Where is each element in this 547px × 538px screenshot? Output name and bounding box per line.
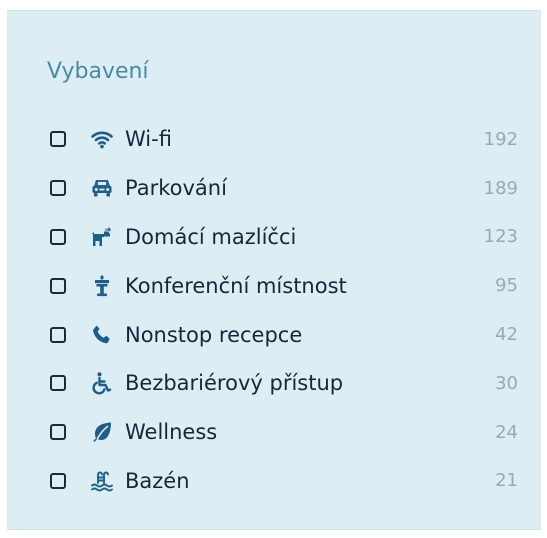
amenity-count: 21 xyxy=(495,470,518,492)
amenity-item-wifi[interactable]: Wi-fi 192 xyxy=(50,115,520,164)
amenity-label: Parkování xyxy=(125,176,227,201)
amenity-label: Nonstop recepce xyxy=(125,322,303,347)
amenity-label: Bazén xyxy=(125,468,190,493)
phone-icon xyxy=(89,322,115,348)
amenity-item-accessibility[interactable]: Bezbariérový přístup 30 xyxy=(50,359,520,408)
pool-icon xyxy=(89,468,115,494)
amenity-label: Domácí mazlíčci xyxy=(125,224,297,249)
wifi-icon xyxy=(89,126,115,152)
amenity-item-pets[interactable]: Domácí mazlíčci 123 xyxy=(50,213,520,262)
amenity-item-parking[interactable]: Parkování 189 xyxy=(50,164,520,213)
dog-icon xyxy=(89,224,115,250)
amenity-count: 24 xyxy=(495,421,518,443)
checkbox[interactable] xyxy=(50,326,66,343)
checkbox[interactable] xyxy=(50,472,66,489)
podium-icon xyxy=(89,273,115,299)
checkbox[interactable] xyxy=(50,424,66,441)
amenity-item-reception[interactable]: Nonstop recepce 42 xyxy=(50,310,520,359)
amenity-item-pool[interactable]: Bazén 21 xyxy=(50,457,520,506)
checkbox[interactable] xyxy=(50,180,66,197)
amenity-count: 192 xyxy=(483,128,518,150)
amenity-label: Bezbariérový přístup xyxy=(125,371,344,396)
amenity-count: 42 xyxy=(495,324,518,346)
checkbox[interactable] xyxy=(50,131,66,148)
amenities-filter-panel: Vybavení Wi-fi 192 Parkování 189 Domácí … xyxy=(7,10,541,530)
checkbox[interactable] xyxy=(50,228,66,245)
amenity-count: 30 xyxy=(495,372,518,394)
checkbox[interactable] xyxy=(50,277,66,294)
amenity-label: Wellness xyxy=(125,420,218,445)
amenity-count: 95 xyxy=(495,275,518,297)
wheelchair-icon xyxy=(89,370,115,396)
car-icon xyxy=(89,175,115,201)
amenity-count: 123 xyxy=(483,226,518,248)
amenities-list: Wi-fi 192 Parkování 189 Domácí mazlíčci … xyxy=(50,115,520,505)
amenity-item-wellness[interactable]: Wellness 24 xyxy=(50,408,520,457)
leaf-icon xyxy=(89,419,115,445)
amenity-label: Konferenční místnost xyxy=(125,273,347,298)
amenity-item-conference-room[interactable]: Konferenční místnost 95 xyxy=(50,261,520,310)
amenity-count: 189 xyxy=(483,177,518,199)
filter-title: Vybavení xyxy=(47,59,149,84)
checkbox[interactable] xyxy=(50,375,66,392)
amenity-label: Wi-fi xyxy=(125,127,172,152)
